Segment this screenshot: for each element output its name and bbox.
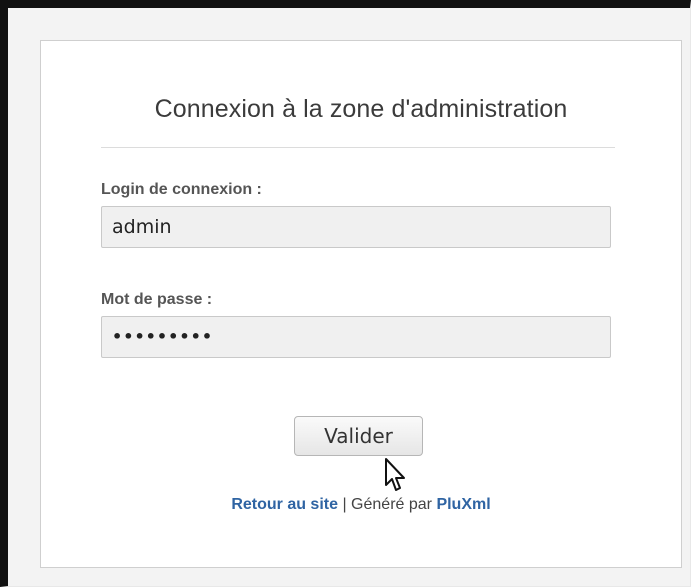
submit-button[interactable]: Valider: [294, 416, 423, 456]
login-input[interactable]: admin: [101, 206, 611, 248]
login-card: Connexion à la zone d'administration Log…: [40, 40, 682, 568]
browser-viewport: Connexion à la zone d'administration Log…: [0, 0, 691, 587]
page-title: Connexion à la zone d'administration: [154, 95, 568, 123]
generated-by-text: Généré par: [351, 496, 437, 513]
footer-separator: |: [338, 496, 352, 513]
title-divider: [101, 147, 615, 148]
password-label: Mot de passe :: [101, 291, 213, 308]
footer: Retour au site | Généré par PluXml: [41, 496, 681, 514]
back-to-site-link[interactable]: Retour au site: [231, 496, 338, 513]
mouse-pointer-icon: [385, 458, 405, 491]
login-label: Login de connexion :: [101, 181, 262, 198]
password-input[interactable]: •••••••••: [101, 316, 611, 358]
pluxml-link[interactable]: PluXml: [436, 496, 490, 513]
